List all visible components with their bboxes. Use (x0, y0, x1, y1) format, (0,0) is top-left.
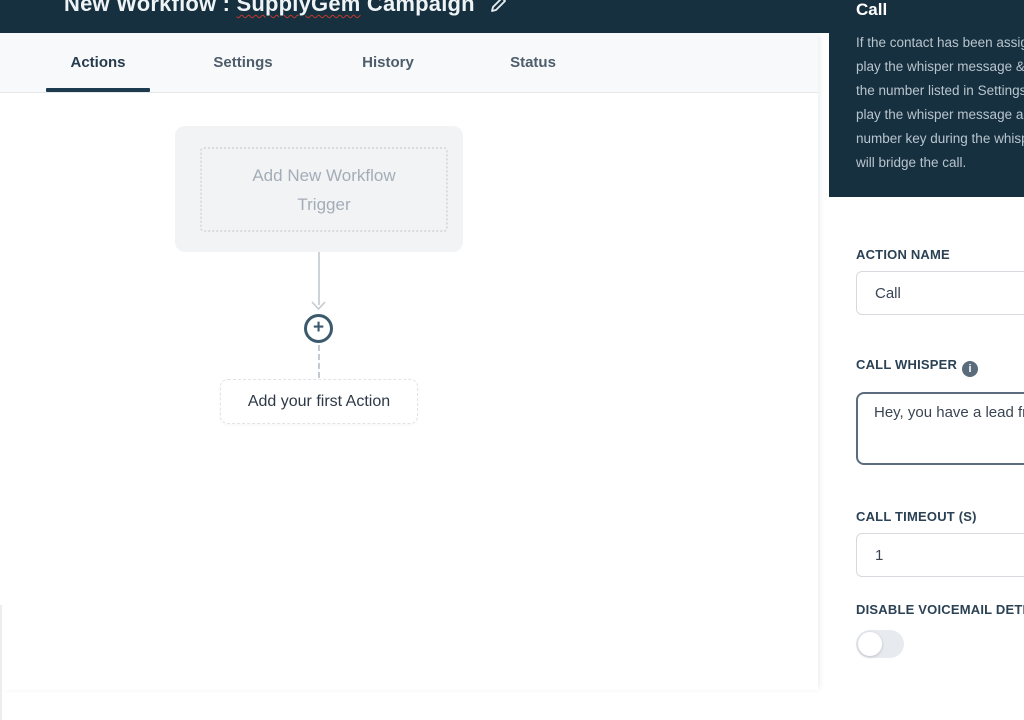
disable-voicemail-label: DISABLE VOICEMAIL DETECTION (856, 602, 1024, 617)
action-description-line: If the contact has been assigned (856, 35, 1024, 50)
call-timeout-group: CALL TIMEOUT (S) (856, 509, 1024, 577)
edit-title-pencil-icon[interactable] (489, 0, 509, 14)
left-edge-scroll-artifact (0, 605, 2, 720)
disable-voicemail-group: DISABLE VOICEMAIL DETECTION (856, 602, 1024, 658)
tab-settings[interactable]: Settings (191, 33, 295, 92)
action-description-line: the number listed in Settings (856, 83, 1024, 98)
workflow-canvas: Add New Workflow Trigger + Add your firs… (0, 93, 818, 720)
action-name-group: ACTION NAME (856, 247, 1024, 315)
tab-history[interactable]: History (336, 33, 440, 92)
tab-status-label: Status (510, 54, 556, 71)
toggle-knob (858, 632, 882, 656)
info-icon[interactable]: i (962, 361, 979, 377)
workflow-title-prefix: New Workflow : (64, 0, 237, 16)
workflow-title: New Workflow : SupplyGem Campaign (64, 0, 475, 17)
workflow-tabbar: Actions Settings History Status (0, 33, 818, 93)
add-first-action-label: Add your first Action (247, 392, 391, 410)
call-timeout-label: CALL TIMEOUT (S) (856, 509, 977, 524)
add-trigger-label: Add New Workflow Trigger (252, 165, 396, 214)
action-name-label: ACTION NAME (856, 247, 950, 262)
action-panel-title: Call (856, 0, 888, 19)
action-description-line: will bridge the call. (856, 155, 967, 170)
action-name-input[interactable] (856, 271, 1024, 315)
disable-voicemail-toggle[interactable] (856, 630, 904, 658)
call-whisper-label-text: CALL WHISPER (856, 357, 958, 372)
tab-status[interactable]: Status (481, 33, 585, 92)
action-panel-form: ACTION NAME CALL WHISPER i Hey, you have … (829, 197, 1024, 658)
workflow-title-misspelled-word: SupplyGem (236, 0, 361, 16)
connector-arrowhead-icon (311, 301, 326, 310)
action-description-line: number key during the whisper (856, 131, 1024, 146)
tab-actions-label: Actions (70, 54, 126, 71)
active-tab-underline (46, 88, 150, 92)
call-whisper-label: CALL WHISPER i (856, 357, 1024, 377)
action-description-line: play the whisper message & (856, 59, 1024, 74)
add-first-action-button[interactable]: Add your first Action (220, 379, 418, 424)
call-whisper-textarea[interactable]: Hey, you have a lead from (856, 392, 1024, 465)
call-whisper-group: CALL WHISPER i Hey, you have a lead from (856, 357, 1024, 465)
call-timeout-input[interactable] (856, 533, 1024, 577)
add-trigger-dashed-area: Add New Workflow Trigger (200, 147, 448, 232)
action-description-line: play the whisper message and (856, 107, 1024, 122)
connector-line (318, 252, 320, 305)
action-description: If the contact has been assigned play th… (856, 31, 1024, 175)
tab-history-label: History (362, 54, 414, 71)
action-config-panel: Call If the contact has been assigned pl… (829, 0, 1024, 690)
add-action-plus-button[interactable]: + (304, 314, 333, 343)
plus-icon: + (312, 317, 325, 338)
workflow-main-section: Actions Settings History Status Add New … (0, 33, 818, 720)
tab-actions[interactable]: Actions (46, 33, 150, 92)
tab-settings-label: Settings (213, 54, 273, 71)
action-panel-header: Call If the contact has been assigned pl… (829, 0, 1024, 197)
workflow-title-suffix: Campaign (360, 0, 475, 16)
add-trigger-node[interactable]: Add New Workflow Trigger (175, 126, 463, 252)
connector-dashed-line (318, 345, 320, 378)
